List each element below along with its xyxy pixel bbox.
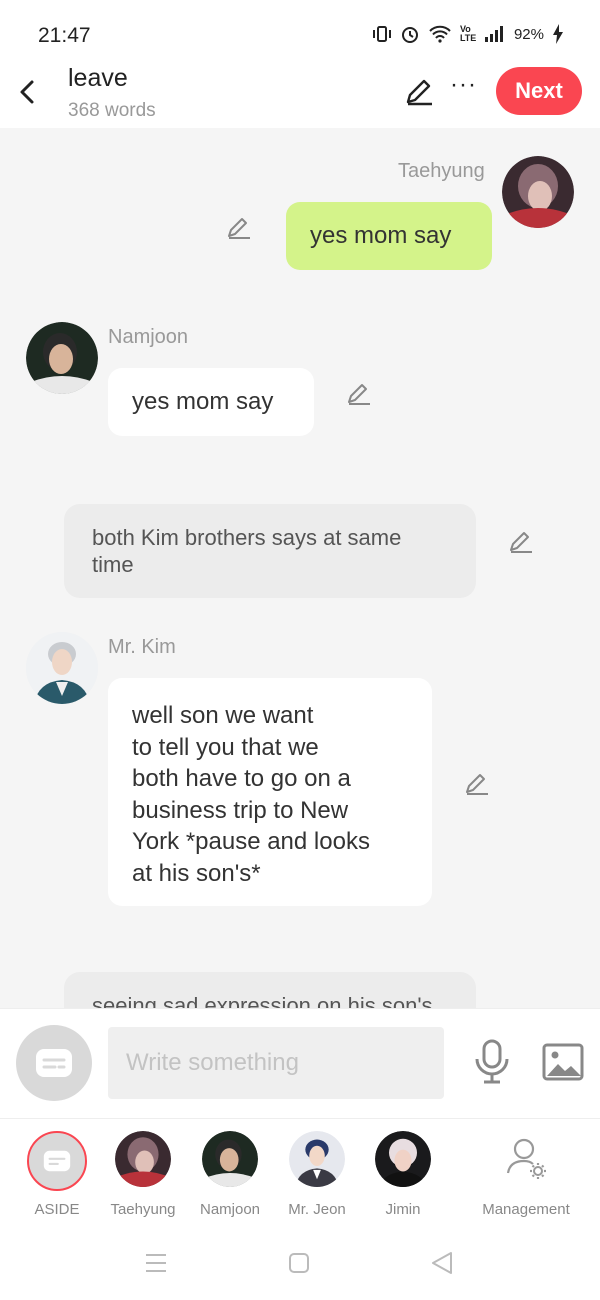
aside-avatar bbox=[27, 1131, 87, 1191]
back-icon[interactable] bbox=[430, 1250, 454, 1276]
wifi-icon bbox=[429, 25, 451, 43]
character-label: Mr. Jeon bbox=[288, 1201, 346, 1218]
character-aside[interactable]: ASIDE bbox=[17, 1131, 97, 1218]
message-line: business trip to New bbox=[132, 796, 349, 824]
edit-message-icon[interactable] bbox=[508, 528, 534, 554]
sender-name: Taehyung bbox=[398, 160, 485, 182]
story-title: leave bbox=[68, 64, 128, 92]
message-line: well son we want bbox=[132, 702, 314, 729]
aside-chat-icon bbox=[36, 1049, 72, 1077]
avatar-namjoon bbox=[202, 1131, 258, 1187]
image-icon[interactable] bbox=[542, 1043, 584, 1081]
composer-bar bbox=[0, 1008, 600, 1118]
lte-badge: Vo LTE bbox=[459, 24, 477, 43]
status-bar: 21:47 Vo LTE 92% bbox=[0, 0, 600, 64]
microphone-icon[interactable] bbox=[474, 1039, 510, 1085]
message-line: York *pause and looks bbox=[132, 828, 370, 856]
signal-icon bbox=[484, 26, 503, 42]
back-arrow-icon[interactable] bbox=[14, 74, 42, 110]
avatar-jimin bbox=[375, 1131, 431, 1187]
chat-area: Taehyung yes mom say Namjoon yes mom say… bbox=[0, 128, 600, 1008]
next-button[interactable]: Next bbox=[496, 67, 582, 115]
message-input[interactable] bbox=[108, 1027, 444, 1099]
avatar-mr-kim[interactable] bbox=[26, 632, 98, 704]
message-bubble[interactable]: well son we want to tell you that we bot… bbox=[108, 678, 432, 906]
aside-bubble[interactable]: both Kim brothers says at same time bbox=[64, 504, 476, 598]
character-bar: ASIDE Taehyung Namjoon Mr. Jeon Jimin Ma… bbox=[0, 1118, 600, 1228]
character-label: ASIDE bbox=[34, 1201, 80, 1218]
character-namjoon[interactable]: Namjoon bbox=[190, 1131, 270, 1218]
character-management[interactable]: Management bbox=[475, 1131, 577, 1218]
message-bubble[interactable]: yes mom say bbox=[108, 368, 314, 436]
home-icon[interactable] bbox=[288, 1252, 310, 1274]
sender-name: Namjoon bbox=[108, 326, 189, 348]
message-line: at his son's* bbox=[132, 859, 261, 887]
battery-percent: 92% bbox=[513, 25, 544, 43]
message-line: to tell you that we bbox=[132, 733, 319, 761]
aside-chat-icon bbox=[43, 1150, 71, 1172]
user-settings-icon bbox=[506, 1138, 546, 1179]
more-options-icon[interactable]: ··· bbox=[450, 73, 477, 97]
charging-icon bbox=[553, 24, 563, 44]
edit-pencil-icon[interactable] bbox=[404, 76, 434, 106]
character-label: Taehyung bbox=[110, 1201, 176, 1218]
menu-icon[interactable] bbox=[144, 1252, 168, 1274]
status-time: 21:47 bbox=[38, 24, 91, 47]
character-label: Namjoon bbox=[199, 1201, 261, 1218]
aside-toggle-button[interactable] bbox=[16, 1025, 92, 1101]
character-label: Management bbox=[482, 1201, 570, 1218]
character-label: Jimin bbox=[385, 1201, 421, 1218]
edit-message-icon[interactable] bbox=[226, 214, 252, 240]
system-nav-bar bbox=[0, 1228, 600, 1300]
character-mr-jeon[interactable]: Mr. Jeon bbox=[277, 1131, 357, 1218]
alarm-icon bbox=[401, 27, 418, 43]
avatar-taehyung bbox=[115, 1131, 171, 1187]
avatar-namjoon[interactable] bbox=[26, 322, 98, 394]
message-bubble[interactable]: yes mom say bbox=[286, 202, 492, 270]
status-icons: Vo LTE 92% bbox=[372, 24, 564, 44]
vibrate-icon bbox=[372, 26, 391, 42]
aside-bubble[interactable]: seeing sad expression on his son's bbox=[64, 972, 476, 1008]
top-bar: leave 368 words ··· Next bbox=[0, 64, 600, 128]
edit-message-icon[interactable] bbox=[464, 770, 490, 796]
character-taehyung[interactable]: Taehyung bbox=[103, 1131, 183, 1218]
character-jimin[interactable]: Jimin bbox=[363, 1131, 443, 1218]
message-line: both have to go on a bbox=[132, 765, 351, 793]
avatar-taehyung[interactable] bbox=[502, 156, 574, 228]
edit-message-icon[interactable] bbox=[346, 380, 372, 406]
word-count: 368 words bbox=[68, 100, 156, 121]
avatar-mr-jeon bbox=[289, 1131, 345, 1187]
sender-name: Mr. Kim bbox=[108, 636, 176, 658]
